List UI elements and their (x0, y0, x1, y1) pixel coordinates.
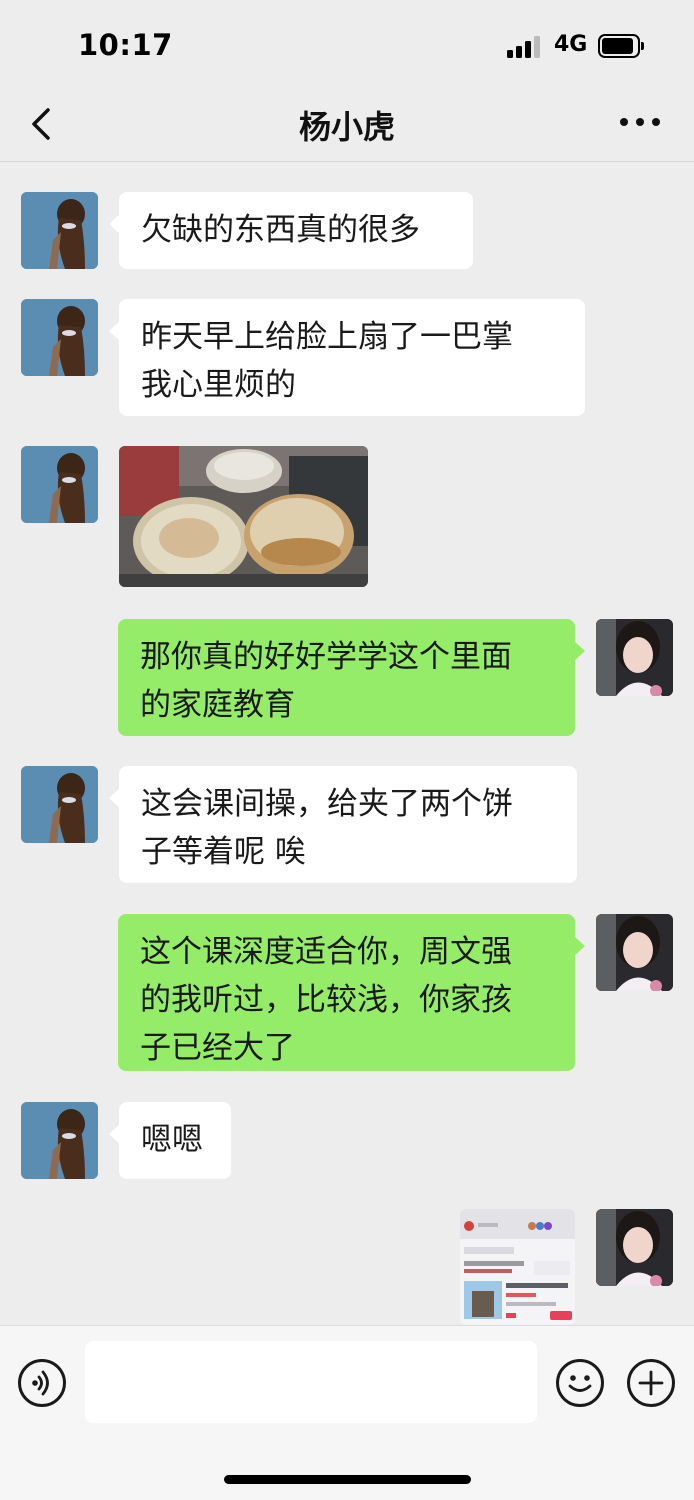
avatar-contact[interactable] (21, 299, 98, 376)
avatar-contact[interactable] (21, 446, 98, 523)
message-text: 这个课深度适合你，周文强 (140, 934, 512, 970)
message-text: 这会课间操，给夹了两个饼 (141, 786, 513, 822)
home-indicator[interactable] (224, 1475, 471, 1484)
avatar-self[interactable] (596, 914, 673, 991)
message-bubble-outgoing[interactable]: 那你真的好好学学这个里面 的家庭教育 (118, 619, 585, 736)
chat-header: 杨小虎 (0, 90, 694, 162)
avatar-contact[interactable] (21, 1102, 98, 1179)
avatar-self[interactable] (596, 1209, 673, 1286)
message-bubble-incoming[interactable]: 欠缺的东西真的很多 (109, 192, 473, 269)
input-bar (0, 1325, 694, 1500)
avatar-contact[interactable] (21, 192, 98, 269)
signal-icon (507, 36, 543, 58)
message-text: 子已经大了 (140, 1030, 295, 1066)
more-dots-icon[interactable] (620, 118, 664, 130)
message-bubble-outgoing[interactable]: 这个课深度适合你，周文强 的我听过，比较浅，你家孩 子已经大了 (118, 914, 585, 1071)
plus-icon[interactable] (627, 1359, 675, 1407)
message-bubble-incoming[interactable]: 这会课间操，给夹了两个饼 子等着呢 唉 (109, 766, 577, 883)
emoji-icon[interactable] (556, 1359, 604, 1407)
battery-icon (598, 34, 644, 58)
chat-screen: 10:17 4G 杨小虎 欠缺的东西真的很多 昨天早上给脸上扇了一巴掌 我心里烦… (0, 0, 694, 1500)
status-time: 10:17 (78, 28, 173, 62)
message-text: 的家庭教育 (140, 687, 295, 723)
message-text: 嗯嗯 (141, 1122, 203, 1158)
voice-icon[interactable] (18, 1359, 66, 1407)
message-input[interactable] (85, 1341, 537, 1423)
contact-name: 杨小虎 (298, 108, 395, 146)
message-text: 欠缺的东西真的很多 (141, 212, 420, 248)
message-bubble-incoming[interactable]: 昨天早上给脸上扇了一巴掌 我心里烦的 (109, 299, 585, 416)
message-text: 我心里烦的 (141, 367, 296, 403)
message-image-screenshot[interactable] (460, 1209, 575, 1325)
message-text: 那你真的好好学学这个里面 (140, 639, 512, 675)
message-text: 子等着呢 唉 (141, 834, 306, 870)
message-text: 的我听过，比较浅，你家孩 (140, 982, 512, 1018)
avatar-self[interactable] (596, 619, 673, 696)
avatar-contact[interactable] (21, 766, 98, 843)
message-image-flatbread[interactable] (119, 446, 368, 587)
message-text: 昨天早上给脸上扇了一巴掌 (141, 319, 513, 355)
status-bar: 10:17 4G (0, 0, 694, 90)
message-bubble-incoming[interactable]: 嗯嗯 (109, 1102, 231, 1179)
network-type: 4G (554, 32, 588, 57)
